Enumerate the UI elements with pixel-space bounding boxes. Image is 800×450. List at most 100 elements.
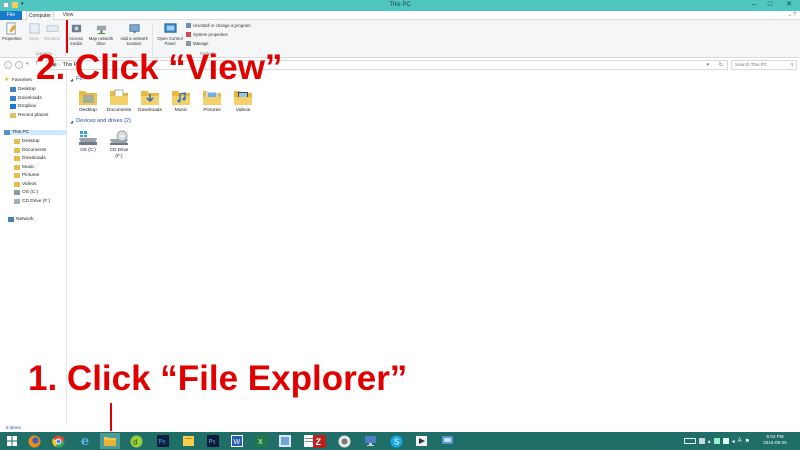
remote-desktop-icon[interactable] bbox=[360, 433, 380, 449]
drive-cd-f[interactable]: CD Drive (F:) bbox=[102, 130, 136, 158]
flag-icon[interactable]: ⚑ bbox=[745, 438, 750, 445]
excel-icon[interactable]: X bbox=[251, 433, 271, 449]
file-explorer-icon[interactable] bbox=[100, 433, 120, 449]
network-icon bbox=[8, 217, 14, 222]
nav-this-pc[interactable]: This PC bbox=[4, 130, 66, 135]
maximize-button[interactable]: □ bbox=[762, 0, 778, 11]
word-icon[interactable]: W bbox=[227, 433, 247, 449]
firefox-icon[interactable] bbox=[24, 433, 44, 449]
skype-icon[interactable]: S bbox=[386, 433, 406, 449]
ribbon-collapse-icon[interactable]: ⌄ ? bbox=[788, 12, 796, 18]
rename-button[interactable]: Rename bbox=[42, 22, 62, 41]
nav-fav-desktop[interactable]: Desktop bbox=[10, 87, 36, 92]
forward-button[interactable]: → bbox=[15, 61, 23, 69]
window-title: This PC bbox=[389, 2, 411, 8]
folder-pictures[interactable]: Pictures bbox=[195, 88, 229, 113]
tab-computer[interactable]: Computer bbox=[26, 11, 54, 20]
filezilla-icon[interactable]: Z bbox=[309, 433, 329, 449]
open-control-panel-button[interactable]: Open Control Panel bbox=[154, 22, 186, 46]
downloads-icon bbox=[10, 95, 16, 101]
nav-videos[interactable]: Videos bbox=[14, 181, 37, 187]
access-media-button[interactable]: Access media bbox=[67, 22, 85, 46]
publisher-icon[interactable] bbox=[275, 433, 295, 449]
internet-explorer-icon[interactable]: e bbox=[75, 433, 95, 449]
nav-documents[interactable]: Documents bbox=[14, 147, 46, 153]
screenshot-tool-icon[interactable] bbox=[334, 433, 354, 449]
volume-icon[interactable]: ◂ bbox=[732, 438, 735, 445]
clock-date: 2015-09-25 bbox=[763, 440, 787, 445]
uninstall-program-button[interactable]: Uninstall or change a program bbox=[186, 23, 251, 28]
svg-text:Ps: Ps bbox=[209, 440, 216, 446]
svg-text:d: d bbox=[133, 439, 137, 446]
tray-app-icon[interactable] bbox=[698, 438, 705, 444]
folder-music[interactable]: Music bbox=[164, 88, 198, 113]
sticky-notes-icon[interactable] bbox=[178, 433, 198, 449]
svg-text:W: W bbox=[234, 439, 241, 446]
nav-downloads[interactable]: Downloads bbox=[14, 156, 46, 161]
add-network-location-button[interactable]: Add a network location bbox=[117, 22, 151, 46]
network-tray-icon[interactable] bbox=[722, 438, 729, 444]
svg-text:Ps: Ps bbox=[159, 440, 166, 446]
back-button[interactable]: ← bbox=[4, 61, 12, 69]
status-bar: 8 items bbox=[0, 424, 800, 432]
dropbox-icon bbox=[10, 104, 16, 109]
tab-file[interactable]: File bbox=[0, 11, 22, 20]
close-button[interactable]: ✕ bbox=[778, 0, 800, 11]
hard-drive-icon bbox=[14, 190, 20, 195]
folder-documents[interactable]: Documents bbox=[102, 88, 136, 113]
svg-text:S: S bbox=[394, 437, 399, 446]
dreamweaver-icon[interactable]: d bbox=[126, 433, 146, 449]
computer-icon bbox=[4, 130, 10, 135]
nav-fav-downloads[interactable]: Downloads bbox=[10, 95, 42, 101]
map-network-drive-button[interactable]: Map network drive bbox=[86, 22, 116, 46]
refresh-icon[interactable]: ↻ bbox=[719, 61, 723, 69]
system-properties-icon bbox=[186, 32, 191, 37]
chrome-icon[interactable] bbox=[48, 433, 68, 449]
window-controls: – □ ✕ bbox=[746, 0, 800, 11]
manage-button[interactable]: Manage bbox=[186, 41, 209, 46]
folder-desktop[interactable]: Desktop bbox=[71, 88, 105, 113]
address-dropdown-icon[interactable]: ▾ bbox=[706, 61, 709, 69]
system-properties-button[interactable]: System properties bbox=[186, 32, 228, 37]
control-panel-icon bbox=[163, 23, 177, 33]
desktop-icon bbox=[10, 87, 16, 92]
start-icon[interactable] bbox=[2, 433, 22, 449]
folder-downloads[interactable]: Downloads bbox=[133, 88, 167, 113]
svg-text:X: X bbox=[258, 439, 263, 446]
photoshop-alt-icon[interactable]: Ps bbox=[203, 433, 223, 449]
keyboard-icon[interactable] bbox=[683, 438, 696, 444]
nav-pictures[interactable]: Pictures bbox=[14, 173, 39, 178]
media-player-icon[interactable] bbox=[411, 433, 431, 449]
title-bar: ▾ This PC – □ ✕ bbox=[0, 0, 800, 11]
nav-cd-drive[interactable]: CD Drive (F:) bbox=[14, 198, 50, 204]
open-button[interactable]: Open bbox=[27, 22, 41, 41]
nav-fav-recent[interactable]: Recent places bbox=[10, 112, 48, 118]
search-input[interactable]: Search This PC ⚲ bbox=[731, 60, 797, 70]
nav-network[interactable]: Network bbox=[8, 217, 34, 222]
tab-view[interactable]: View bbox=[58, 11, 78, 20]
minimize-button[interactable]: – bbox=[746, 0, 762, 11]
nav-favorites[interactable]: ★ Favorites bbox=[4, 77, 32, 83]
clock[interactable]: 5:02 PM 2015-09-25 bbox=[752, 434, 798, 446]
network-location-icon bbox=[128, 24, 140, 34]
properties-button[interactable]: Properties bbox=[2, 22, 22, 41]
recent-locations-icon[interactable]: ▾ bbox=[26, 61, 29, 67]
tray-sync-icon[interactable] bbox=[713, 438, 720, 444]
nav-fav-dropbox[interactable]: Dropbox bbox=[10, 104, 36, 109]
recent-places-icon bbox=[10, 112, 16, 118]
devices-group-header[interactable]: ◢ Devices and drives (2) bbox=[70, 118, 131, 124]
folder-icon bbox=[14, 181, 20, 187]
nav-os-c[interactable]: OS (C:) bbox=[14, 190, 38, 195]
drive-os-c[interactable]: OS (C:) bbox=[71, 130, 105, 153]
tray-expand-icon[interactable]: ▴ bbox=[708, 438, 711, 445]
properties-icon bbox=[5, 22, 16, 35]
photoshop-icon[interactable]: Ps bbox=[153, 433, 173, 449]
folder-videos[interactable]: Videos bbox=[226, 88, 260, 113]
network-manager-icon[interactable] bbox=[437, 433, 457, 449]
nav-desktop[interactable]: Desktop bbox=[14, 139, 40, 144]
annotation-step-1: 1. Click “File Explorer” bbox=[28, 359, 408, 398]
input-language-icon[interactable]: A bbox=[738, 438, 742, 444]
cd-drive-icon bbox=[110, 130, 128, 145]
nav-music[interactable]: Music bbox=[14, 164, 35, 170]
folder-icon bbox=[14, 156, 20, 161]
